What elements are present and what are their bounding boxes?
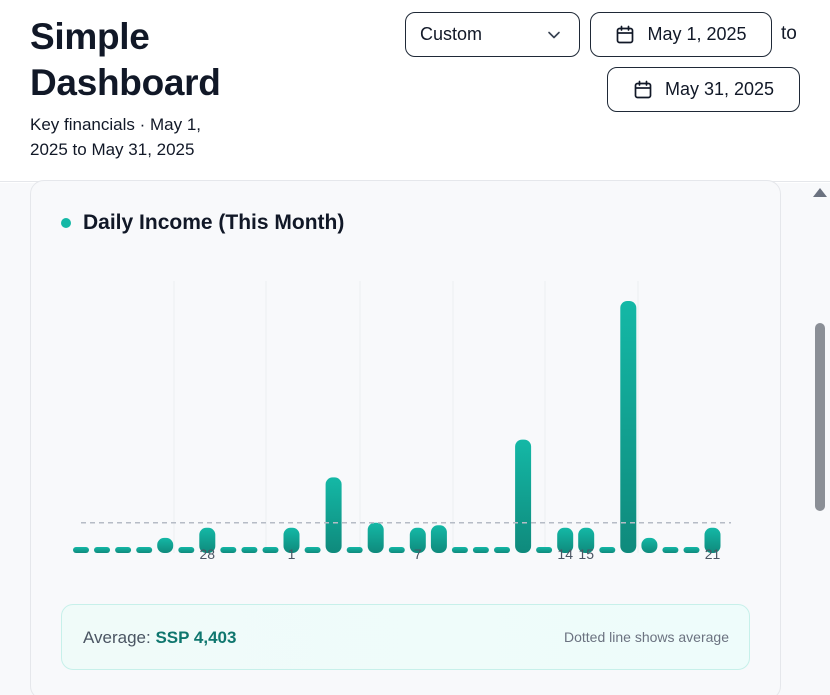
to-label: to [781,23,797,44]
chart-gridlines [173,281,639,553]
average-summary: Average: SSP 4,403 Dotted line shows ave… [61,604,750,670]
chart-bar[interactable] [388,547,405,553]
dashboard-header: Simple Dashboard Key financials · May 1,… [0,0,830,182]
page-subtitle: Key financials · May 1, 2025 to May 31, … [30,115,202,159]
x-tick-label: 14 [557,546,573,562]
chart-bar[interactable] [494,547,510,553]
chart-bar[interactable] [662,547,679,553]
scroll-up-arrow-icon[interactable] [813,188,827,197]
chevron-down-icon [548,31,560,39]
end-date-label: May 31, 2025 [664,79,775,99]
chart-bars [73,301,721,553]
chart-bar[interactable] [641,537,658,553]
calendar-icon [617,25,634,43]
x-tick-label: 21 [705,546,721,562]
scroll-thumb[interactable] [815,323,825,511]
x-tick-label: 15 [578,546,594,562]
chart-bar[interactable] [430,525,447,553]
chart-bar[interactable] [683,547,700,553]
chart-bar[interactable] [536,547,553,553]
daily-income-card: Daily Income (This Month) 28 1 7 14 15 21 Ave… [30,180,781,695]
x-tick-label: 7 [414,546,422,562]
x-tick-label: 1 [288,546,296,562]
chart-bar[interactable] [178,547,195,553]
daily-income-chart: 28 1 7 14 15 21 [73,281,731,562]
range-select[interactable]: Custom [405,12,580,57]
chart-bar[interactable] [451,547,468,553]
chart-bar[interactable] [367,522,384,553]
chart-bar[interactable] [241,547,258,553]
average-text: Average: SSP 4,403 [83,628,236,648]
chart-bar[interactable] [620,301,637,553]
x-tick-label: 28 [200,546,216,562]
end-date-button[interactable]: May 31, 2025 [607,67,800,112]
start-date-button[interactable]: May 1, 2025 [590,12,772,57]
chart-bar[interactable] [346,547,363,553]
average-value: SSP 4,403 [155,628,237,647]
vertical-scrollbar[interactable] [810,183,830,695]
chart-bar[interactable] [115,547,132,553]
chart-bar[interactable] [515,439,532,553]
chart-bar[interactable] [325,477,342,553]
average-note: Dotted line shows average [564,629,729,645]
start-date-label: May 1, 2025 [647,24,747,44]
calendar-icon [634,80,652,98]
chart-bar[interactable] [94,547,110,553]
main-content: Daily Income (This Month) 28 1 7 14 15 21 Ave… [0,180,830,695]
average-label: Average: [83,628,151,647]
chart-bar[interactable] [304,547,321,553]
chart-bar[interactable] [472,547,489,553]
range-select-value: Custom [420,24,483,44]
chart-bar[interactable] [73,547,89,553]
chart-bar[interactable] [599,547,616,553]
chart-bar[interactable] [262,547,279,553]
page-title: Simple Dashboard [30,16,221,103]
chart-bar[interactable] [220,547,237,553]
chart-bar[interactable] [157,537,174,553]
chart-bar[interactable] [136,547,153,553]
